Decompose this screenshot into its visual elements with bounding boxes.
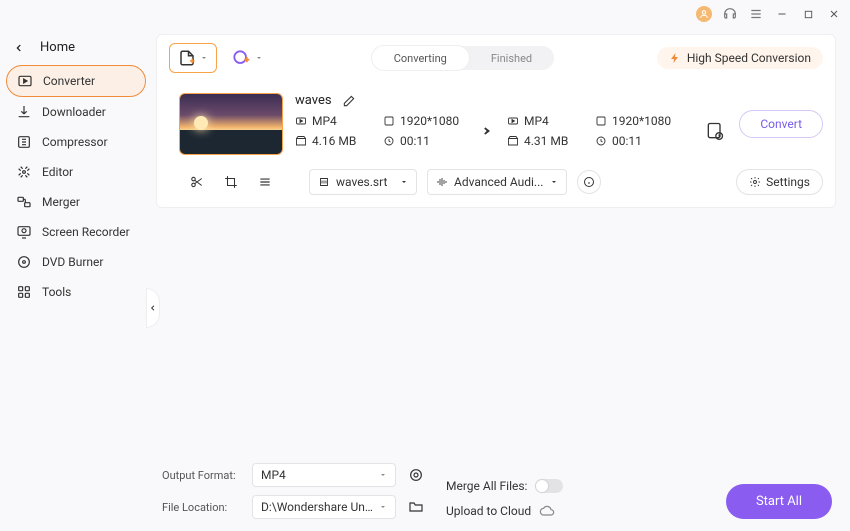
merge-row: Merge All Files: bbox=[446, 479, 563, 493]
file-location-label: File Location: bbox=[162, 501, 242, 514]
editor-icon bbox=[16, 164, 32, 180]
trim-icon[interactable] bbox=[185, 170, 209, 194]
merge-toggle[interactable] bbox=[535, 479, 563, 493]
sidebar-item-tools[interactable]: Tools bbox=[6, 277, 146, 307]
src-format: MP4 bbox=[312, 114, 337, 128]
file-name: waves bbox=[295, 93, 332, 108]
dst-res: 1920*1080 bbox=[612, 114, 671, 128]
minimize-icon[interactable] bbox=[774, 6, 790, 22]
audio-dropdown[interactable]: Advanced Audi... bbox=[427, 169, 567, 195]
audio-value: Advanced Audi... bbox=[454, 175, 543, 189]
sidebar-item-label: Screen Recorder bbox=[42, 225, 130, 239]
support-icon[interactable] bbox=[722, 6, 738, 22]
file-info: waves MP4 4.16 MB 1920*1080 00:11 bbox=[295, 93, 727, 155]
file-settings-button[interactable]: Settings bbox=[736, 169, 823, 195]
close-icon[interactable] bbox=[826, 6, 842, 22]
sidebar-item-downloader[interactable]: Downloader bbox=[6, 97, 146, 127]
high-speed-conversion-button[interactable]: High Speed Conversion bbox=[657, 47, 823, 69]
sidebar-item-merger[interactable]: Merger bbox=[6, 187, 146, 217]
source-meta: MP4 4.16 MB bbox=[295, 114, 375, 148]
bottom-bar: Output Format: MP4 File Location: D:\Won… bbox=[154, 455, 850, 531]
converter-icon bbox=[17, 73, 33, 89]
main: Home Converter Downloader Compressor Edi… bbox=[0, 28, 850, 531]
video-thumbnail[interactable] bbox=[179, 93, 283, 155]
dst-dur: 00:11 bbox=[612, 134, 642, 148]
output-format-value: MP4 bbox=[261, 468, 286, 482]
maximize-icon[interactable] bbox=[800, 6, 816, 22]
file-item: waves MP4 4.16 MB 1920*1080 00:11 bbox=[157, 81, 835, 165]
subtitle-value: waves.srt bbox=[336, 175, 387, 189]
menu-icon[interactable] bbox=[748, 6, 764, 22]
cloud-icon bbox=[539, 503, 555, 519]
crop-icon[interactable] bbox=[219, 170, 243, 194]
dst-size: 4.31 MB bbox=[524, 134, 568, 148]
format-settings-icon[interactable] bbox=[406, 465, 426, 485]
upload-label: Upload to Cloud bbox=[446, 504, 531, 518]
tab-finished[interactable]: Finished bbox=[469, 46, 554, 70]
file-location-value: D:\Wondershare UniConverter 1 bbox=[261, 500, 373, 514]
sidebar-item-dvd-burner[interactable]: DVD Burner bbox=[6, 247, 146, 277]
sidebar-item-label: Downloader bbox=[42, 105, 106, 119]
add-url-button[interactable] bbox=[225, 43, 269, 73]
content: Converting Finished High Speed Conversio… bbox=[154, 28, 850, 531]
sidebar-item-label: Merger bbox=[42, 195, 80, 209]
src-dur: 00:11 bbox=[400, 134, 430, 148]
sidebar-item-label: DVD Burner bbox=[42, 255, 103, 269]
start-all-button[interactable]: Start All bbox=[726, 484, 832, 519]
open-folder-icon[interactable] bbox=[406, 497, 426, 517]
sidebar-item-label: Compressor bbox=[42, 135, 108, 149]
download-icon bbox=[16, 104, 32, 120]
home-label[interactable]: Home bbox=[40, 40, 75, 55]
tools-icon bbox=[16, 284, 32, 300]
subtitle-dropdown[interactable]: waves.srt bbox=[309, 169, 417, 195]
user-avatar-icon[interactable] bbox=[696, 6, 712, 22]
arrow-icon bbox=[471, 117, 499, 145]
titlebar bbox=[0, 0, 850, 28]
sidebar-item-label: Editor bbox=[42, 165, 73, 179]
add-file-button[interactable] bbox=[169, 43, 217, 73]
output-format-dropdown[interactable]: MP4 bbox=[252, 463, 396, 487]
compressor-icon bbox=[16, 134, 32, 150]
src-size: 4.16 MB bbox=[312, 134, 356, 148]
output-settings-icon[interactable] bbox=[703, 119, 727, 143]
sidebar: Home Converter Downloader Compressor Edi… bbox=[0, 28, 154, 531]
tab-pill: Converting Finished bbox=[372, 46, 554, 70]
sidebar-item-label: Converter bbox=[43, 74, 95, 88]
src-res: 1920*1080 bbox=[400, 114, 459, 128]
file-tools: waves.srt Advanced Audi... Settings bbox=[157, 165, 835, 207]
toolbar: Converting Finished High Speed Conversio… bbox=[157, 35, 835, 81]
tabs: Converting Finished bbox=[277, 46, 649, 70]
screen-recorder-icon bbox=[16, 224, 32, 240]
dst-format: MP4 bbox=[524, 114, 549, 128]
converter-panel: Converting Finished High Speed Conversio… bbox=[156, 34, 836, 208]
settings-label: Settings bbox=[766, 175, 810, 189]
sidebar-item-compressor[interactable]: Compressor bbox=[6, 127, 146, 157]
convert-button[interactable]: Convert bbox=[739, 110, 823, 138]
info-icon[interactable] bbox=[577, 170, 601, 194]
hsc-label: High Speed Conversion bbox=[687, 51, 811, 65]
back-icon[interactable] bbox=[12, 41, 26, 55]
merger-icon bbox=[16, 194, 32, 210]
output-format-label: Output Format: bbox=[162, 469, 242, 482]
home-row: Home bbox=[6, 36, 146, 65]
merge-label: Merge All Files: bbox=[446, 479, 527, 493]
sidebar-item-editor[interactable]: Editor bbox=[6, 157, 146, 187]
tab-converting[interactable]: Converting bbox=[372, 46, 469, 70]
file-location-dropdown[interactable]: D:\Wondershare UniConverter 1 bbox=[252, 495, 396, 519]
effect-icon[interactable] bbox=[253, 170, 277, 194]
sidebar-item-label: Tools bbox=[42, 285, 71, 299]
dvd-icon bbox=[16, 254, 32, 270]
sidebar-item-converter[interactable]: Converter bbox=[6, 65, 146, 97]
target-meta: MP4 4.31 MB bbox=[507, 114, 587, 148]
rename-icon[interactable] bbox=[342, 94, 356, 108]
sidebar-item-screen-recorder[interactable]: Screen Recorder bbox=[6, 217, 146, 247]
upload-row[interactable]: Upload to Cloud bbox=[446, 503, 563, 519]
